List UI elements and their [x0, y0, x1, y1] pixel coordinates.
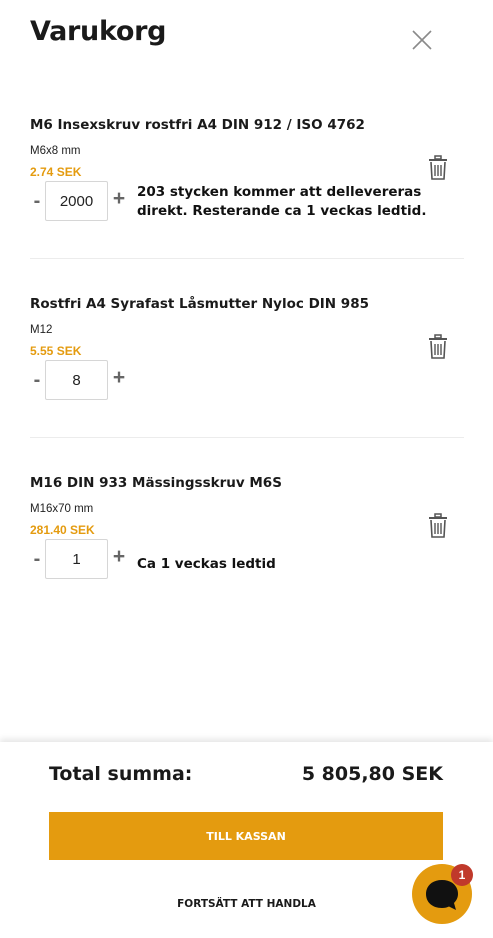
total-label: Total summa: — [49, 763, 193, 785]
item-price: 5.55 SEK — [30, 344, 82, 358]
item-price: 281.40 SEK — [30, 523, 95, 537]
quantity-input[interactable] — [45, 181, 108, 221]
remove-item-button[interactable] — [427, 334, 449, 360]
total-value: 5 805,80 SEK — [301, 763, 443, 785]
decrease-quantity-button[interactable]: - — [30, 370, 44, 390]
divider — [30, 437, 464, 438]
decrease-quantity-button[interactable]: - — [30, 549, 44, 569]
close-icon — [412, 30, 432, 50]
remove-item-button[interactable] — [427, 155, 449, 181]
trash-icon — [429, 155, 447, 180]
increase-quantity-button[interactable]: + — [111, 367, 127, 388]
item-name: M6 Insexskruv rostfri A4 DIN 912 / ISO 4… — [30, 117, 365, 133]
item-name: Rostfri A4 Syrafast Låsmutter Nyloc DIN … — [30, 296, 369, 312]
item-price: 2.74 SEK — [30, 165, 82, 179]
item-variant: M16x70 mm — [30, 503, 94, 515]
item-variant: M6x8 mm — [30, 145, 81, 157]
increase-quantity-button[interactable]: + — [111, 546, 127, 567]
item-name: M16 DIN 933 Mässingsskruv M6S — [30, 475, 282, 491]
cart-item: M16 DIN 933 Mässingsskruv M6S M16x70 mm … — [30, 475, 464, 585]
decrease-quantity-button[interactable]: - — [30, 191, 44, 211]
remove-item-button[interactable] — [427, 513, 449, 539]
close-button[interactable] — [408, 26, 436, 54]
trash-icon — [429, 513, 447, 538]
increase-quantity-button[interactable]: + — [111, 188, 127, 209]
page-title: Varukorg — [30, 16, 167, 47]
delivery-note: 203 stycken kommer att dellevereras dire… — [137, 184, 427, 219]
item-variant: M12 — [30, 324, 53, 336]
delivery-note: Ca 1 veckas ledtid — [137, 556, 276, 572]
divider — [30, 258, 464, 259]
quantity-input[interactable] — [45, 539, 108, 579]
notification-badge: 1 — [451, 864, 473, 886]
checkout-button[interactable]: TILL KASSAN — [49, 812, 443, 860]
cart-item: Rostfri A4 Syrafast Låsmutter Nyloc DIN … — [30, 296, 464, 406]
cart-item: M6 Insexskruv rostfri A4 DIN 912 / ISO 4… — [30, 117, 464, 227]
trash-icon — [429, 334, 447, 359]
quantity-input[interactable] — [45, 360, 108, 400]
